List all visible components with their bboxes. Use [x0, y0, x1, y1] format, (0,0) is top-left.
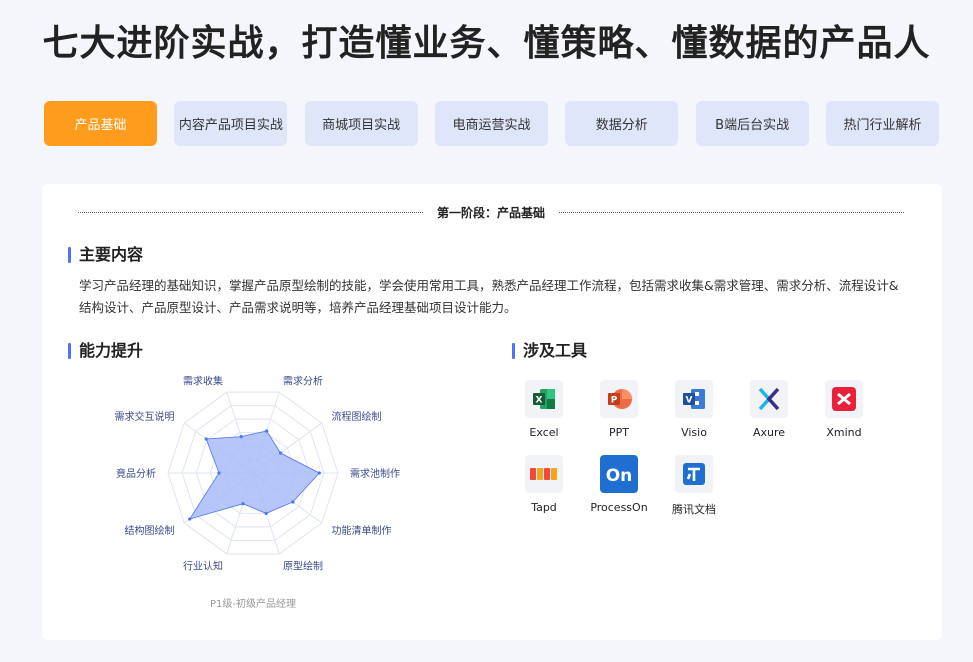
tool-visio[interactable]: V Visio	[664, 380, 724, 439]
tool-name: ProcessOn	[590, 501, 648, 514]
radar-axis-label: 需求分析	[283, 375, 323, 388]
radar-axis-label: 行业认知	[183, 559, 223, 572]
radar-value-point	[278, 451, 283, 455]
tool-processon[interactable]: On ProcessOn	[589, 455, 649, 514]
radar-value-point	[217, 471, 221, 475]
main-content-text: 学习产品经理的基础知识，掌握产品原型绘制的技能，学会使用常用工具，熟悉产品经理工…	[79, 278, 899, 315]
tab-b-side-backend[interactable]: B端后台实战	[695, 101, 809, 146]
tool-name: Excel	[529, 426, 559, 439]
divider-right	[559, 211, 905, 213]
tool-xmind[interactable]: Xmind	[814, 380, 874, 439]
tool-tapd[interactable]: Tapd	[514, 455, 574, 514]
svg-text:P: P	[611, 396, 618, 406]
tools-title: 涉及工具	[512, 341, 587, 361]
radar-axis-label: 需求池制作	[350, 467, 400, 480]
main-content-title: 主要内容	[68, 245, 143, 265]
tool-name: PPT	[609, 426, 629, 439]
radar-value-point	[241, 502, 245, 506]
tab-content-product-project[interactable]: 内容产品项目实战	[174, 101, 288, 146]
svg-text:On: On	[606, 466, 633, 486]
svg-text:V: V	[686, 396, 693, 406]
stage-title: 第一阶段：产品基础	[437, 205, 546, 220]
radar-value-point	[188, 517, 192, 521]
tool-name: Tapd	[531, 501, 557, 514]
visio-icon: V	[675, 380, 713, 418]
page-headline: 七大进阶实战，打造懂业务、懂策略、懂数据的产品人	[42, 23, 931, 64]
tool-name: Xmind	[826, 426, 862, 439]
processon-icon: On	[600, 455, 638, 493]
axure-icon	[750, 380, 788, 418]
stage-header: 第一阶段：产品基础	[78, 203, 905, 221]
tab-mall-project[interactable]: 商城项目实战	[304, 101, 418, 146]
ability-radar-chart: 需求分析流程图绘制需求池制作功能清单制作原型绘制 行业认知 结构图绘制 竟品分析 需求交…	[115, 375, 400, 610]
tool-name: Axure	[752, 426, 786, 439]
tapd-icon	[525, 455, 563, 493]
divider-left	[78, 211, 423, 213]
radar-value-point	[317, 471, 321, 475]
tool-name: 腾讯文档	[672, 503, 716, 516]
tab-industry-analysis[interactable]: 热门行业解析	[825, 101, 939, 146]
stage-tabs: 产品基础 内容产品项目实战 商城项目实战 电商运营实战 数据分析 B端后台实战 …	[44, 101, 939, 146]
radar-value-point	[239, 435, 243, 439]
tab-data-analysis[interactable]: 数据分析	[565, 101, 679, 146]
radar-value-point	[204, 437, 208, 441]
excel-icon: X	[525, 380, 563, 418]
ability-title: 能力提升	[68, 341, 143, 361]
radar-axis-label: 竟品分析	[116, 467, 156, 480]
radar-axis-label: 原型绘制	[283, 559, 323, 572]
stage-card: 第一阶段：产品基础 主要内容 学习产品经理的基础知识，掌握产品原型绘制的技能，学…	[42, 184, 942, 640]
tool-excel[interactable]: X Excel	[514, 380, 574, 439]
radar-axis-label: 需求收集	[183, 375, 223, 388]
radar-caption: P1级-初级产品经理	[210, 597, 296, 610]
radar-axis-label: 功能清单制作	[331, 524, 391, 537]
tool-tencent-docs[interactable]: 腾讯文档	[664, 455, 724, 517]
radar-value-point	[291, 500, 295, 504]
radar-value-point	[264, 511, 268, 516]
xmind-icon	[825, 380, 863, 418]
radar-axis-label: 结构图绘制	[125, 524, 175, 537]
tool-name: Visio	[681, 426, 707, 439]
tool-ppt[interactable]: P PPT	[589, 380, 649, 439]
radar-axis-label: 需求交互说明	[115, 410, 175, 423]
tencent-docs-icon	[675, 455, 713, 493]
radar-value-point	[265, 429, 269, 433]
radar-axis-label: 流程图绘制	[331, 410, 381, 423]
ppt-icon: P	[600, 380, 638, 418]
svg-text:X: X	[536, 396, 543, 406]
tab-product-basics[interactable]: 产品基础	[44, 101, 157, 146]
tab-ecommerce-operations[interactable]: 电商运营实战	[434, 101, 548, 146]
tool-axure[interactable]: Axure	[739, 380, 799, 439]
